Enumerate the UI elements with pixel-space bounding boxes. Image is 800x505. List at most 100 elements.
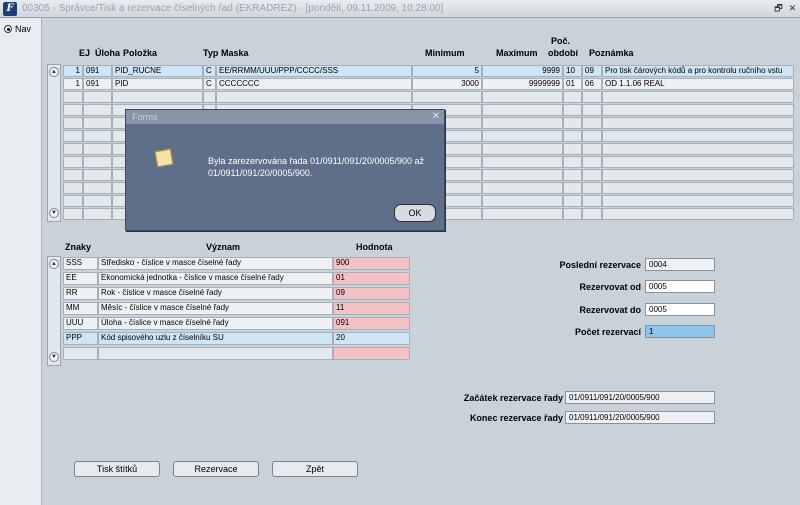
- field-konec-rezervace[interactable]: 01/0911/091/20/0005/900: [565, 411, 715, 424]
- cell-empty[interactable]: [63, 169, 83, 181]
- reservation-button[interactable]: Rezervace: [173, 461, 259, 477]
- cell-empty[interactable]: [63, 182, 83, 194]
- cell-empty[interactable]: [216, 91, 412, 103]
- field-zacatek-rezervace[interactable]: 01/0911/091/20/0005/900: [565, 391, 715, 404]
- field-rezervovat-od[interactable]: 0005: [645, 280, 715, 293]
- cell-empty[interactable]: [482, 208, 563, 220]
- cell-empty[interactable]: [412, 91, 482, 103]
- cell-empty[interactable]: [482, 130, 563, 142]
- cell-hodnota[interactable]: 01: [333, 272, 410, 285]
- cell-empty[interactable]: [482, 169, 563, 181]
- dialog-close-icon[interactable]: ✕: [432, 111, 440, 122]
- cell-poznamka[interactable]: OD 1.1.06 REAL: [602, 78, 794, 90]
- scroll-down-icon[interactable]: ▼: [49, 352, 59, 362]
- ok-button[interactable]: OK: [394, 204, 436, 222]
- cell-empty[interactable]: [63, 104, 83, 116]
- cell-empty[interactable]: [582, 91, 602, 103]
- cell-znaky[interactable]: [63, 347, 98, 360]
- cell-empty[interactable]: [563, 169, 582, 181]
- cell-znaky[interactable]: PPP: [63, 332, 98, 345]
- cell-empty[interactable]: [602, 117, 794, 129]
- cell-znaky[interactable]: SSS: [63, 257, 98, 270]
- cell-vyznam[interactable]: Rok - číslice v masce číselné řady: [98, 287, 333, 300]
- cell-empty[interactable]: [563, 143, 582, 155]
- cell-empty[interactable]: [602, 208, 794, 220]
- cell-empty[interactable]: [63, 91, 83, 103]
- cell-empty[interactable]: [582, 104, 602, 116]
- cell-empty[interactable]: [83, 104, 112, 116]
- cell-empty[interactable]: [602, 156, 794, 168]
- cell-empty[interactable]: [582, 156, 602, 168]
- cell-znaky[interactable]: EE: [63, 272, 98, 285]
- cell-polozka[interactable]: PID_RUCNE: [112, 65, 203, 77]
- cell-empty[interactable]: [63, 156, 83, 168]
- cell-maska[interactable]: CCCCCCC: [216, 78, 412, 90]
- cell-empty[interactable]: [482, 182, 563, 194]
- cell-empty[interactable]: [563, 130, 582, 142]
- cell-hodnota[interactable]: 20: [333, 332, 410, 345]
- scroll-up-icon[interactable]: ▲: [49, 67, 59, 77]
- cell-empty[interactable]: [63, 195, 83, 207]
- cell-vyznam[interactable]: [98, 347, 333, 360]
- cell-empty[interactable]: [563, 208, 582, 220]
- cell-maska[interactable]: EE/RRMM/UUU/PPP/CCCC/SSS: [216, 65, 412, 77]
- nav-radio[interactable]: Nav: [4, 24, 31, 34]
- cell-empty[interactable]: [602, 91, 794, 103]
- cell-uloha[interactable]: 091: [83, 78, 112, 90]
- cell-hodnota[interactable]: [333, 347, 410, 360]
- cell-empty[interactable]: [602, 169, 794, 181]
- cell-vyznam[interactable]: Ekonomická jednotka - číslice v masce čí…: [98, 272, 333, 285]
- cell-maximum[interactable]: 9999: [482, 65, 563, 77]
- cell-empty[interactable]: [63, 143, 83, 155]
- cell-empty[interactable]: [563, 91, 582, 103]
- cell-empty[interactable]: [602, 195, 794, 207]
- cell-poznamka[interactable]: Pro tisk čárových kódů a pro kontrolu ru…: [602, 65, 794, 77]
- cell-vyznam[interactable]: Úloha - číslice v masce číselné řady: [98, 317, 333, 330]
- cell-empty[interactable]: [83, 169, 112, 181]
- scroll-down-icon[interactable]: ▼: [49, 208, 59, 218]
- cell-empty[interactable]: [563, 104, 582, 116]
- cell-znaky[interactable]: MM: [63, 302, 98, 315]
- cell-znaky[interactable]: RR: [63, 287, 98, 300]
- cell-empty[interactable]: [482, 91, 563, 103]
- cell-znaky[interactable]: UUU: [63, 317, 98, 330]
- cell-empty[interactable]: [482, 156, 563, 168]
- cell-empty[interactable]: [83, 156, 112, 168]
- cell-empty[interactable]: [482, 143, 563, 155]
- cell-empty[interactable]: [83, 117, 112, 129]
- cell-empty[interactable]: [563, 195, 582, 207]
- cell-minimum[interactable]: 5: [412, 65, 482, 77]
- cell-minimum[interactable]: 3000: [412, 78, 482, 90]
- back-button[interactable]: Zpět: [272, 461, 358, 477]
- cell-vyznam[interactable]: Kód spisového uzlu z číselníku SU: [98, 332, 333, 345]
- cell-empty[interactable]: [582, 169, 602, 181]
- cell-empty[interactable]: [563, 117, 582, 129]
- cell-empty[interactable]: [602, 182, 794, 194]
- cell-empty[interactable]: [83, 195, 112, 207]
- cell-empty[interactable]: [203, 91, 216, 103]
- cell-hodnota[interactable]: 900: [333, 257, 410, 270]
- field-pocet-rezervaci[interactable]: 1: [645, 325, 715, 338]
- cell-empty[interactable]: [582, 208, 602, 220]
- cell-obdobi[interactable]: 09: [582, 65, 602, 77]
- close-icon[interactable]: ✕: [787, 3, 798, 14]
- cell-empty[interactable]: [112, 91, 203, 103]
- cell-empty[interactable]: [602, 104, 794, 116]
- cell-empty[interactable]: [63, 130, 83, 142]
- cell-polozka[interactable]: PID: [112, 78, 203, 90]
- cell-empty[interactable]: [563, 156, 582, 168]
- cell-hodnota[interactable]: 091: [333, 317, 410, 330]
- field-posledni-rezervace[interactable]: 0004: [645, 258, 715, 271]
- upper-scrollbar[interactable]: ▲ ▼: [47, 64, 61, 222]
- cell-empty[interactable]: [83, 182, 112, 194]
- cell-vyznam[interactable]: Středisko - číslice v masce číselné řady: [98, 257, 333, 270]
- scroll-up-icon[interactable]: ▲: [49, 259, 59, 269]
- cell-empty[interactable]: [602, 130, 794, 142]
- cell-uloha[interactable]: 091: [83, 65, 112, 77]
- cell-empty[interactable]: [563, 182, 582, 194]
- cell-empty[interactable]: [482, 117, 563, 129]
- cell-hodnota[interactable]: 11: [333, 302, 410, 315]
- cell-empty[interactable]: [582, 130, 602, 142]
- radio-selected-icon[interactable]: [4, 25, 12, 33]
- cell-hodnota[interactable]: 09: [333, 287, 410, 300]
